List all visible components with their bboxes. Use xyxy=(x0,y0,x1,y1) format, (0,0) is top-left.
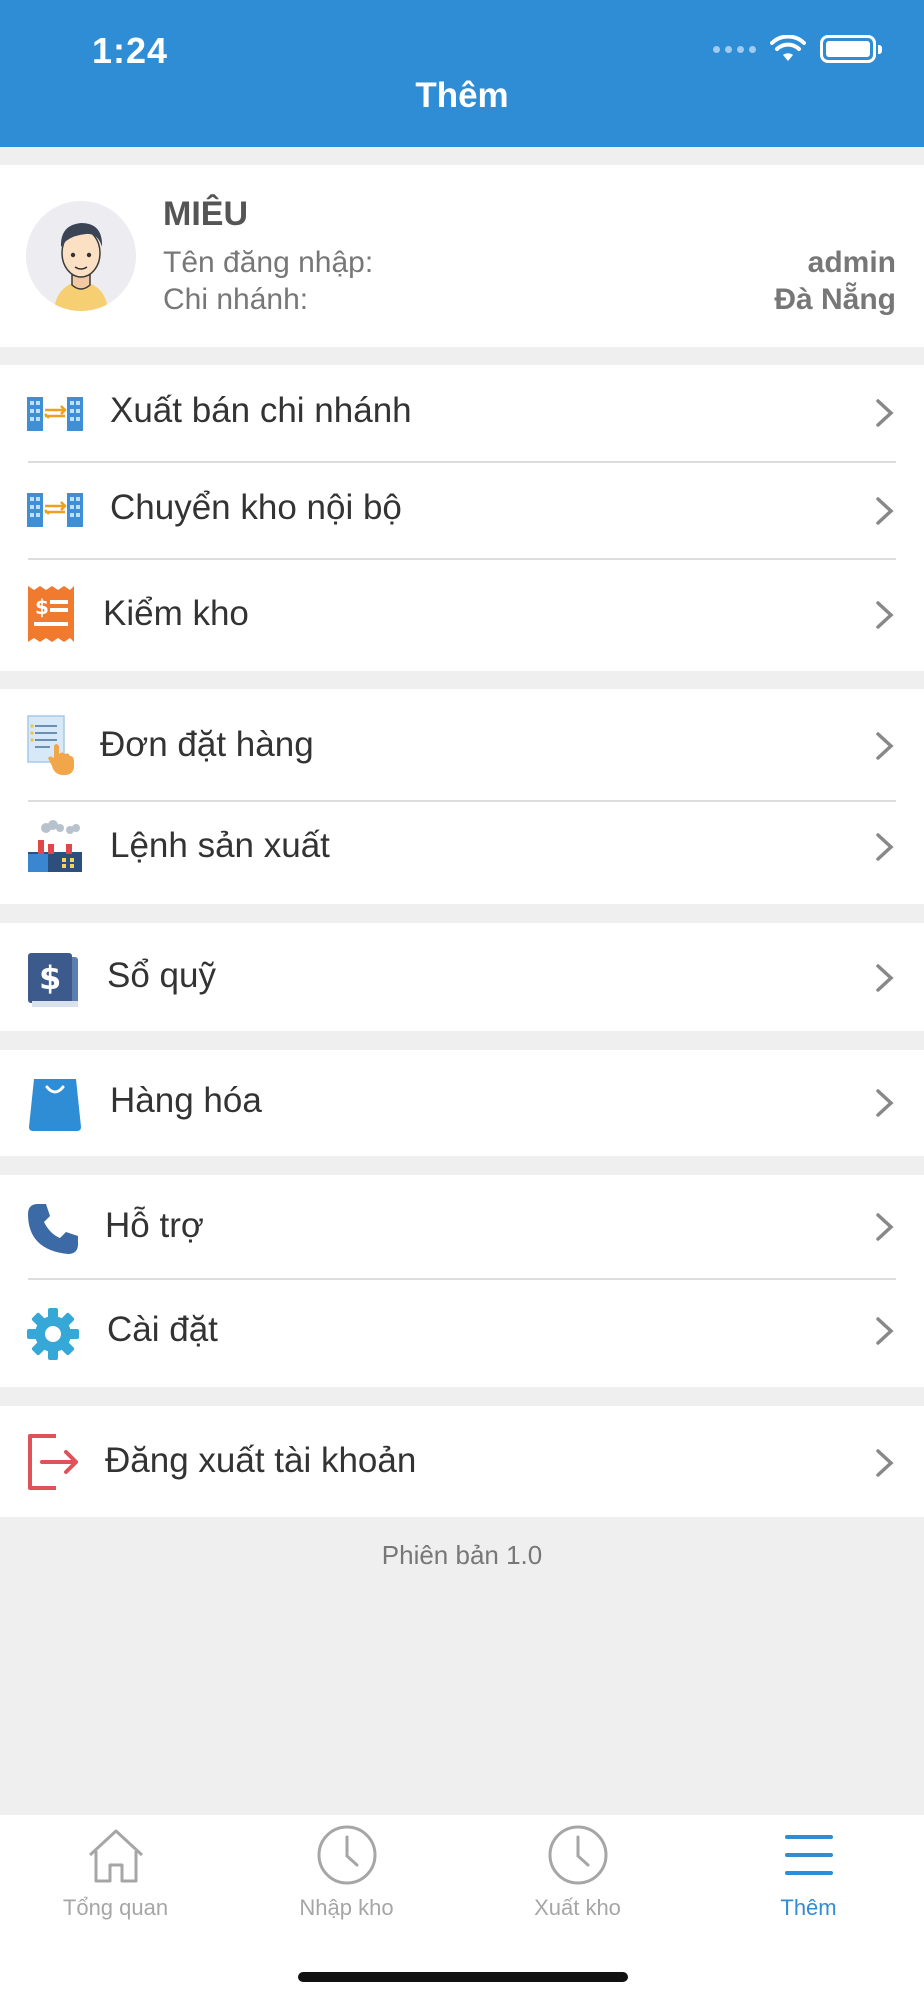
logout-icon xyxy=(28,1434,78,1490)
menu-item-internal-transfer[interactable]: Chuyển kho nội bộ xyxy=(0,463,924,559)
home-indicator xyxy=(298,1972,628,1982)
menu-item-stock-check[interactable]: $ Kiểm kho xyxy=(0,560,924,671)
menu-label: Sổ quỹ xyxy=(107,956,216,995)
shopping-bag-icon xyxy=(29,1079,81,1131)
buildings-transfer-icon xyxy=(27,493,83,527)
menu-label: Hỗ trợ xyxy=(105,1206,204,1245)
profile-card: MIÊU Tên đăng nhập: admin Chi nhánh: Đà … xyxy=(0,165,924,347)
clock-icon xyxy=(317,1825,376,1885)
gear-icon xyxy=(27,1308,79,1360)
clock-icon xyxy=(548,1825,607,1885)
wifi-icon xyxy=(770,35,806,61)
svg-text:$: $ xyxy=(39,959,61,997)
menu-item-branch-sale[interactable]: Xuất bán chi nhánh xyxy=(0,365,924,462)
chevron-right-icon xyxy=(876,1089,894,1117)
menu-label: Hàng hóa xyxy=(110,1081,262,1120)
menu-label: Xuất bán chi nhánh xyxy=(110,391,412,430)
tab-label: Thêm xyxy=(780,1895,837,1920)
menu-item-settings[interactable]: Cài đặt xyxy=(0,1280,924,1387)
login-label: Tên đăng nhập: xyxy=(163,246,374,279)
tab-export[interactable]: Xuất kho xyxy=(462,1815,693,1945)
section-orders: Đơn đặt hàng Lệnh sản xuất xyxy=(0,689,924,904)
tab-label: Nhập kho xyxy=(299,1895,394,1920)
receipt-icon: $ xyxy=(28,586,74,642)
section-logout: Đăng xuất tài khoản xyxy=(0,1406,924,1517)
profile-name: MIÊU xyxy=(163,195,248,233)
buildings-transfer-icon xyxy=(27,397,83,431)
chevron-right-icon xyxy=(876,732,894,760)
battery-icon xyxy=(820,35,882,63)
menu-label: Kiểm kho xyxy=(103,594,249,633)
menu-label: Chuyển kho nội bộ xyxy=(110,488,402,527)
cash-book-icon: $ xyxy=(28,953,78,1007)
phone-icon xyxy=(28,1204,78,1254)
menu-label: Lệnh sản xuất xyxy=(110,826,330,865)
tab-label: Xuất kho xyxy=(534,1895,621,1920)
chevron-right-icon xyxy=(876,1213,894,1241)
section-goods: Hàng hóa xyxy=(0,1050,924,1156)
chevron-right-icon xyxy=(876,601,894,629)
menu-item-cash-book[interactable]: $ Sổ quỹ xyxy=(0,923,924,1031)
chevron-right-icon xyxy=(876,1317,894,1345)
app-header: 1:24 Thêm xyxy=(0,0,924,147)
branch-value: Đà Nẵng xyxy=(774,283,896,316)
section-warehouse: Xuất bán chi nhánh Chuyển kho nội bộ $ K… xyxy=(0,365,924,671)
factory-icon xyxy=(28,820,82,872)
menu-icon xyxy=(784,1835,833,1875)
chevron-right-icon xyxy=(876,964,894,992)
menu-label: Cài đặt xyxy=(107,1310,218,1349)
menu-item-production-order[interactable]: Lệnh sản xuất xyxy=(0,802,924,904)
status-time: 1:24 xyxy=(92,30,169,71)
menu-item-logout[interactable]: Đăng xuất tài khoản xyxy=(0,1406,924,1517)
section-cash-book: $ Sổ quỹ xyxy=(0,923,924,1031)
menu-item-orders[interactable]: Đơn đặt hàng xyxy=(0,689,924,801)
chevron-right-icon xyxy=(876,497,894,525)
menu-item-support[interactable]: Hỗ trợ xyxy=(0,1175,924,1279)
tab-import[interactable]: Nhập kho xyxy=(231,1815,462,1945)
order-document-icon xyxy=(27,715,74,776)
avatar xyxy=(26,201,136,311)
version-text: Phiên bản 1.0 xyxy=(381,1540,543,1570)
status-icons xyxy=(713,34,882,64)
tab-label: Tổng quan xyxy=(62,1895,169,1920)
tab-overview[interactable]: Tổng quan xyxy=(0,1815,231,1945)
section-support: Hỗ trợ Cài đặt xyxy=(0,1175,924,1387)
home-icon xyxy=(88,1829,143,1883)
chevron-right-icon xyxy=(876,833,894,861)
svg-text:$: $ xyxy=(35,595,49,619)
chevron-right-icon xyxy=(876,1449,894,1477)
branch-label: Chi nhánh: xyxy=(163,283,309,316)
menu-item-goods[interactable]: Hàng hóa xyxy=(0,1050,924,1156)
login-value: admin xyxy=(807,246,896,279)
menu-label: Đơn đặt hàng xyxy=(100,725,314,764)
signal-icon xyxy=(713,45,756,53)
tab-more[interactable]: Thêm xyxy=(693,1815,924,1945)
page-title: Thêm xyxy=(415,76,509,115)
chevron-right-icon xyxy=(876,399,894,427)
menu-label: Đăng xuất tài khoản xyxy=(105,1441,417,1480)
